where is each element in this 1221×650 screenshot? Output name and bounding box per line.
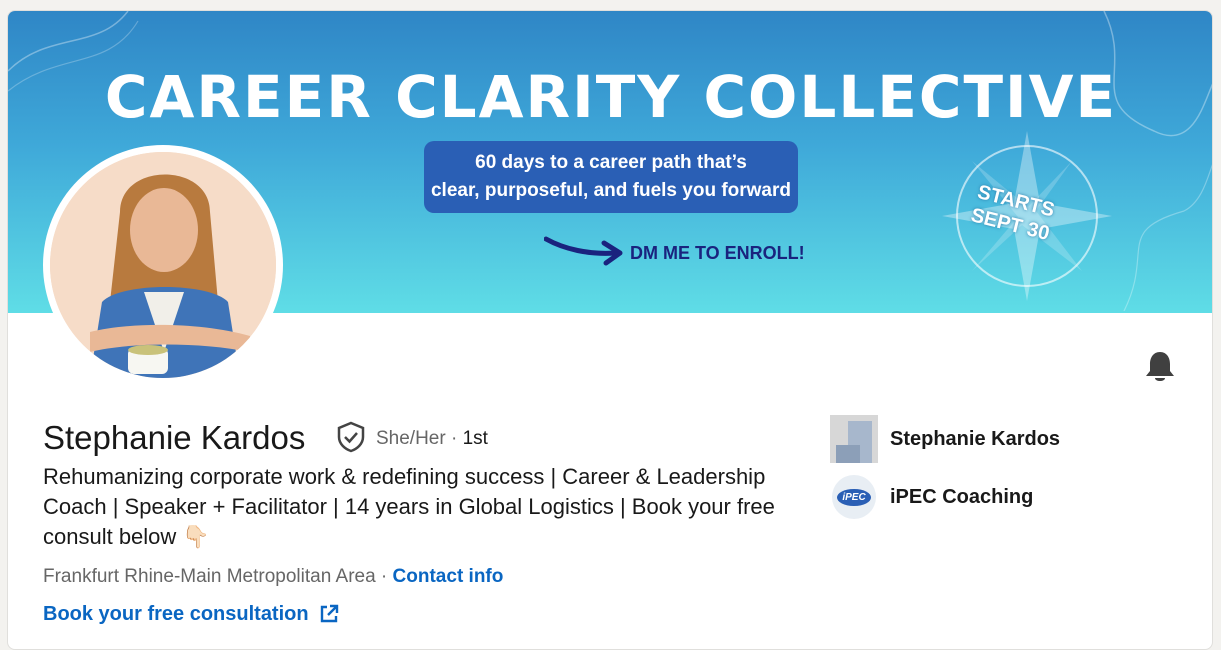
- profile-location-row: Frankfurt Rhine-Main Metropolitan Area ·…: [43, 566, 503, 588]
- education-label: iPEC Coaching: [890, 485, 1034, 508]
- separator-dot: ·: [445, 428, 463, 449]
- current-company-item[interactable]: Stephanie Kardos: [830, 415, 1060, 463]
- contact-info-link[interactable]: Contact info: [393, 566, 504, 587]
- bell-icon[interactable]: [1143, 349, 1177, 385]
- current-company-label: Stephanie Kardos: [890, 427, 1061, 450]
- profile-card: CAREER CLARITY COLLECTIVE 60 days to a c…: [7, 10, 1213, 650]
- ipec-logo-text: iPEC: [837, 488, 871, 506]
- verified-shield-icon[interactable]: [336, 421, 366, 453]
- pronouns-text: She/Her: [376, 428, 446, 449]
- profile-avatar[interactable]: [50, 152, 276, 378]
- banner-cta: DM ME TO ENROLL!: [630, 243, 805, 263]
- education-item[interactable]: iPEC iPEC Coaching: [830, 475, 1033, 519]
- connection-degree: 1st: [462, 428, 488, 449]
- profile-name: Stephanie Kardos: [43, 419, 306, 456]
- arrow-right-icon: [544, 236, 623, 266]
- promo-line-2: clear, purposeful, and fuels you forward: [430, 180, 792, 201]
- profile-pronouns: She/Her · 1st: [376, 428, 488, 450]
- company-thumb-icon: [830, 415, 878, 463]
- profile-photo: [50, 152, 276, 378]
- promo-line-1: 60 days to a career path that’s: [475, 152, 747, 173]
- profile-headline: Rehumanizing corporate work & redefining…: [43, 464, 775, 549]
- website-link[interactable]: Book your free consultation: [43, 603, 309, 626]
- external-link-icon[interactable]: [318, 603, 340, 625]
- ipec-logo-icon: iPEC: [832, 475, 876, 519]
- banner-promo-box: 60 days to a career path that’s clear, p…: [424, 141, 798, 213]
- location-separator: ·: [375, 566, 393, 587]
- profile-location: Frankfurt Rhine-Main Metropolitan Area: [43, 566, 376, 587]
